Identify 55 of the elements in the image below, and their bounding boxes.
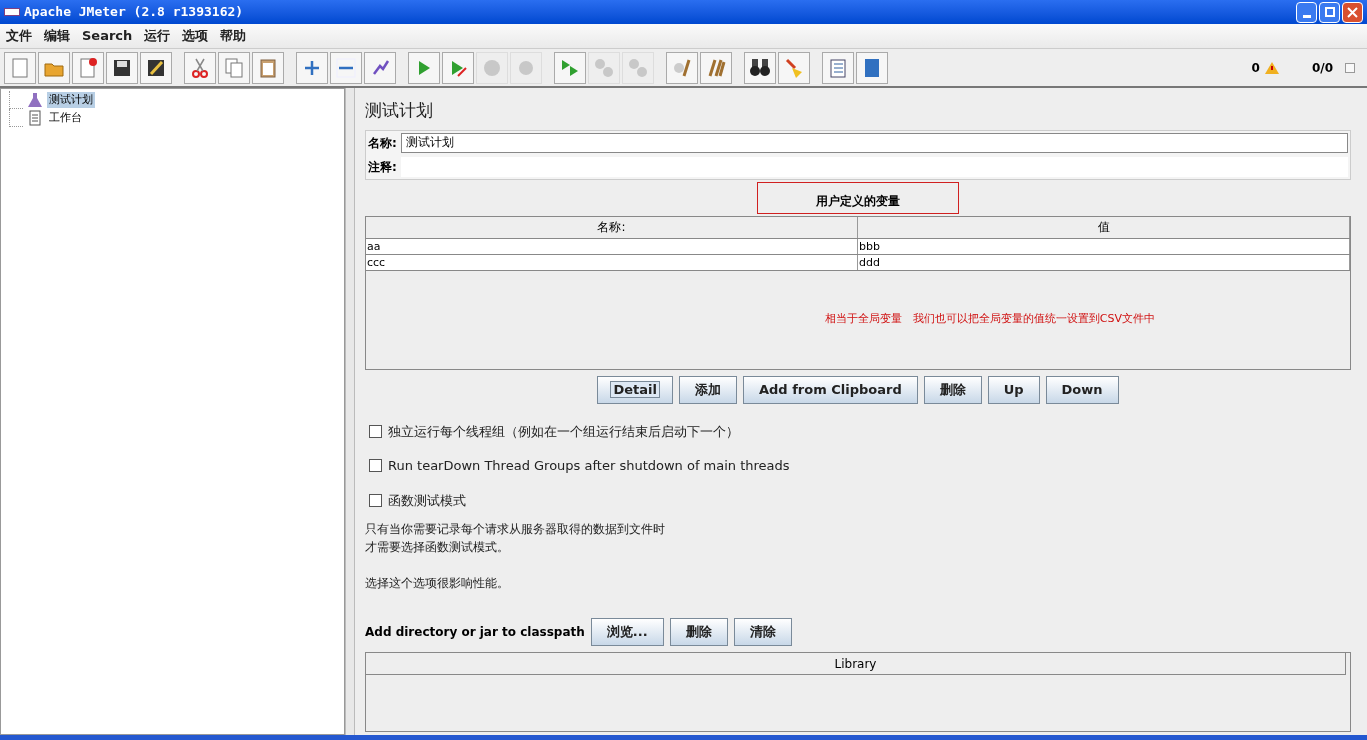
toolbar-button[interactable] — [744, 51, 776, 84]
checkbox-label: 独立运行每个线程组（例如在一个组运行结束后启动下一个） — [388, 422, 739, 441]
column-header: 名称: — [366, 216, 858, 238]
app-icon — [4, 8, 20, 16]
column-header: 值 — [858, 216, 1350, 238]
classpath-button[interactable]: 浏览... — [590, 618, 664, 646]
tree-item[interactable]: 工作台 — [47, 109, 84, 127]
menu-item[interactable]: Search — [82, 26, 133, 46]
minimize-button[interactable] — [1296, 1, 1317, 23]
toolbar-icon — [222, 55, 246, 80]
menu-item[interactable]: 运行 — [144, 26, 171, 46]
status-indicator — [1345, 62, 1355, 73]
name-field[interactable]: 测试计划 — [400, 132, 1348, 153]
menu-item[interactable]: 编辑 — [44, 26, 70, 46]
checkbox[interactable] — [369, 493, 382, 507]
close-icon — [1347, 6, 1358, 18]
annotation-text: 相当于全局变量 我们也可以把全局变量的值统一设置到CSV文件中 — [825, 311, 1155, 328]
classpath-label: Add directory or jar to classpath — [365, 624, 585, 641]
toolbar-button[interactable] — [140, 51, 172, 84]
column-header: Library — [366, 653, 1346, 675]
table-button[interactable]: 添加 — [678, 375, 737, 404]
field-label: 注释: — [368, 158, 397, 176]
field-label: 名称: — [368, 134, 397, 152]
table-button[interactable]: 删除 — [923, 375, 982, 404]
panel-title: 测试计划 — [365, 99, 434, 122]
classpath-button[interactable]: 清除 — [733, 618, 792, 646]
table-button[interactable]: Up — [987, 375, 1040, 404]
maximize-button[interactable] — [1319, 1, 1340, 23]
warning-icon — [1263, 60, 1280, 75]
menu-item[interactable]: 帮助 — [220, 26, 247, 46]
section-title: 用户定义的变量 — [757, 181, 959, 214]
table-button[interactable]: Down — [1045, 375, 1119, 404]
table-button[interactable]: Detail — [597, 375, 673, 404]
tree-item[interactable]: 测试计划 — [47, 91, 95, 109]
table-cell: aa — [366, 238, 858, 254]
checkbox[interactable] — [369, 459, 382, 473]
table-cell: ddd — [858, 254, 1350, 270]
help-text: 选择这个选项很影响性能。 — [365, 575, 510, 592]
toolbar-button[interactable] — [106, 51, 138, 84]
warning-count: 0 — [1251, 59, 1260, 77]
help-text: 只有当你需要记录每个请求从服务器取得的数据到文件时 — [365, 521, 666, 538]
window-title: Apache JMeter (2.8 r1393162) — [24, 3, 244, 22]
table-button[interactable]: Add from Clipboard — [742, 375, 918, 404]
menu-item[interactable]: 选项 — [182, 26, 209, 46]
close-button[interactable] — [1342, 1, 1363, 23]
table-cell: ccc — [366, 254, 858, 270]
classpath-button[interactable]: 删除 — [669, 618, 728, 646]
checkbox-label: 函数测试模式 — [388, 491, 466, 510]
checkbox-label: Run tearDown Thread Groups after shutdown of main threads — [388, 457, 790, 475]
flask-icon — [27, 92, 43, 108]
table-cell: bbb — [858, 238, 1350, 254]
thread-count: 0/0 — [1311, 59, 1333, 77]
menu-item[interactable]: 文件 — [6, 26, 32, 46]
checkbox[interactable] — [369, 424, 382, 438]
help-text: 才需要选择函数测试模式。 — [365, 539, 510, 556]
